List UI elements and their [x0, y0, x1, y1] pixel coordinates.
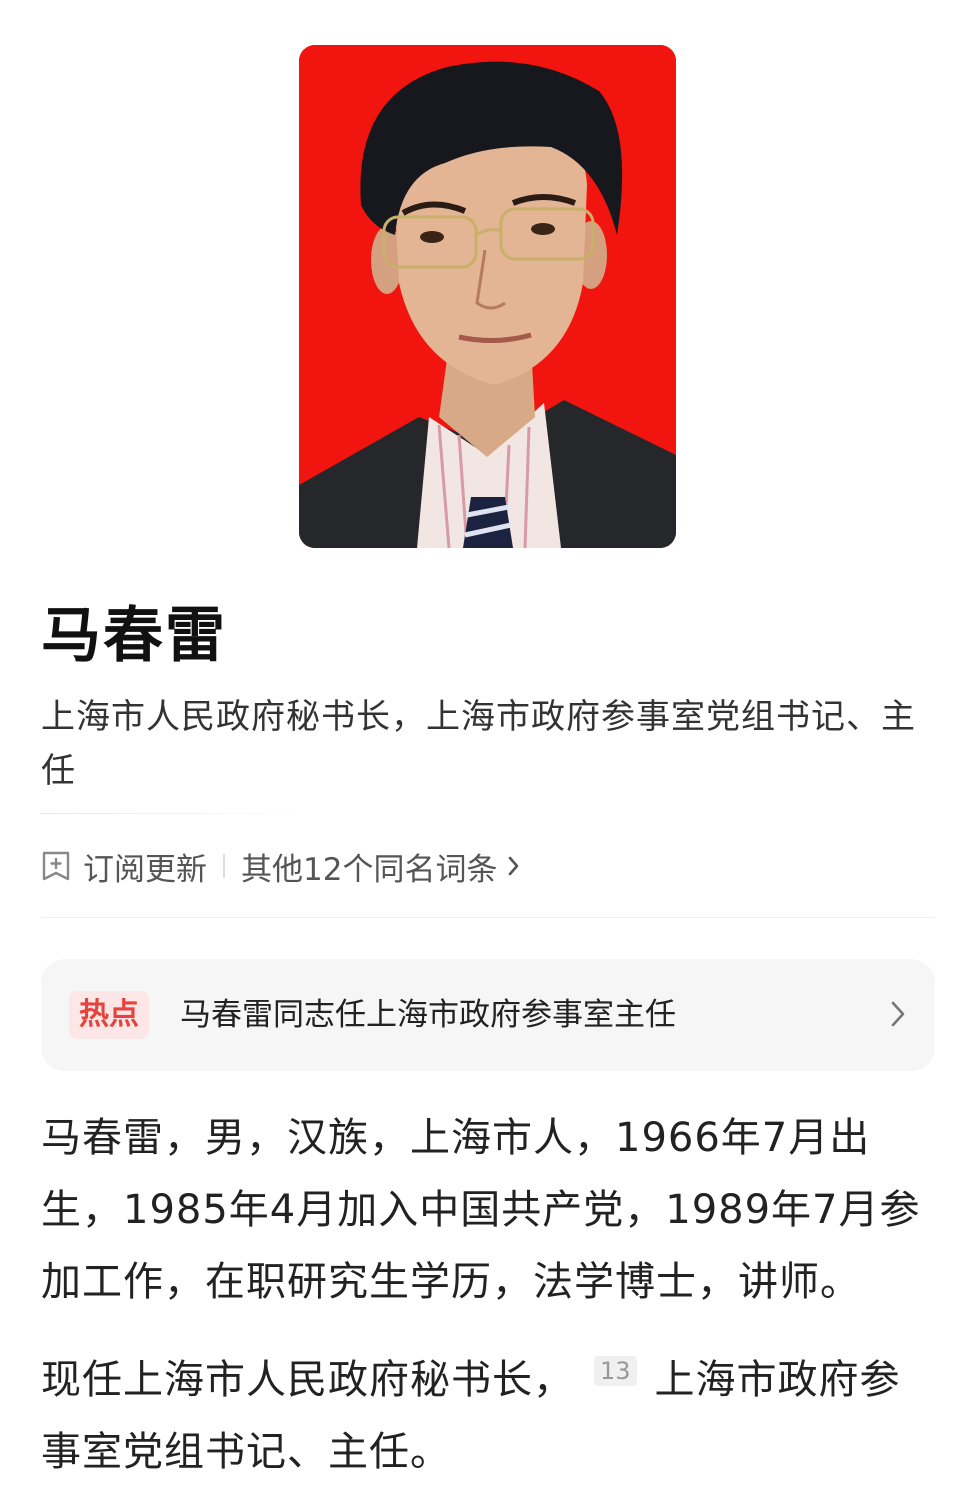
bio-text: 现任上海市人民政府秘书长，	[41, 1357, 574, 1403]
divider	[41, 813, 309, 814]
chevron-right-icon[interactable]	[889, 997, 907, 1031]
chevron-right-icon[interactable]	[507, 854, 521, 878]
bio-paragraph-current: 现任上海市人民政府秘书长， 13 上海市政府参事室党组书记、主任。	[41, 1344, 941, 1488]
bio-paragraph: 马春雷，男，汉族，上海市人，1966年7月出生，1985年4月加入中国共产党，1…	[41, 1115, 921, 1305]
portrait-illustration	[299, 45, 676, 548]
portrait-photo[interactable]	[299, 45, 676, 548]
person-title: 上海市人民政府秘书长，上海市政府参事室党组书记、主任	[41, 697, 916, 791]
hot-badge: 热点	[69, 991, 149, 1039]
hot-news-card[interactable]: 热点 马春雷同志任上海市政府参事室主任	[41, 959, 935, 1071]
person-name: 马春雷	[41, 601, 227, 671]
action-separator	[223, 854, 225, 878]
subscribe-icon[interactable]	[41, 850, 71, 882]
citation-marker[interactable]: 13	[594, 1356, 637, 1386]
subscribe-button[interactable]: 订阅更新	[83, 844, 207, 889]
same-name-entries-link[interactable]: 其他12个同名词条	[241, 844, 497, 889]
hot-headline[interactable]: 马春雷同志任上海市政府参事室主任	[180, 991, 676, 1039]
section-divider	[41, 917, 935, 918]
actions-row: 订阅更新 其他12个同名词条	[41, 842, 521, 890]
